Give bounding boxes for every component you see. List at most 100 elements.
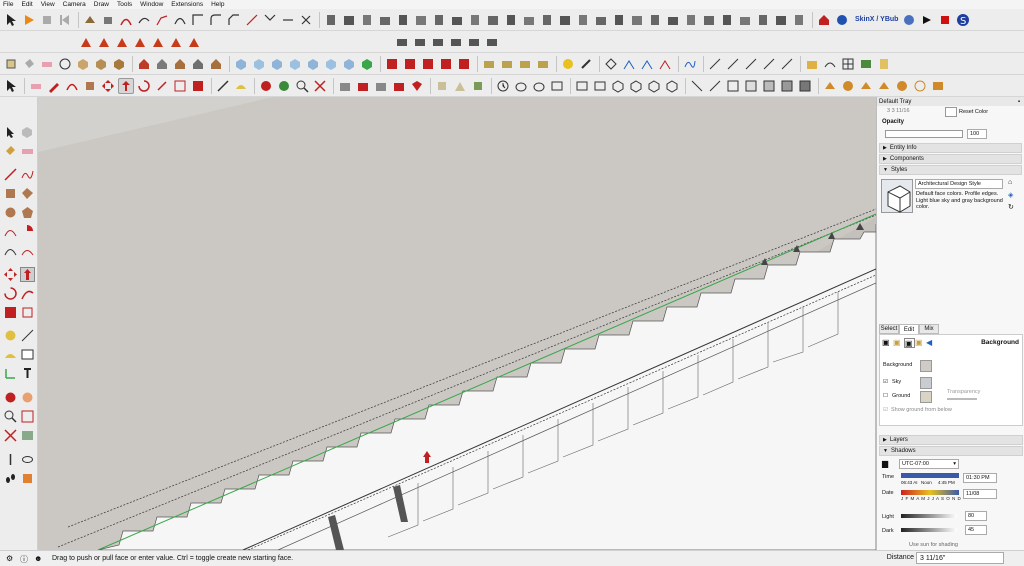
cube-icon[interactable]: [287, 56, 303, 72]
sandbox-icon[interactable]: [82, 12, 98, 28]
extension-icon[interactable]: [186, 34, 202, 50]
pan-icon[interactable]: [276, 78, 292, 94]
sandbox-icon[interactable]: [876, 78, 892, 94]
building-icon[interactable]: [719, 12, 735, 28]
building-icon[interactable]: [737, 12, 753, 28]
warehouse-icon[interactable]: [391, 78, 407, 94]
view-icon[interactable]: [628, 78, 644, 94]
style-icon[interactable]: [779, 78, 795, 94]
modeling-settings-icon[interactable]: ◀: [926, 338, 937, 348]
building-icon[interactable]: [701, 12, 717, 28]
eraser-icon[interactable]: [39, 56, 55, 72]
sandbox-icon[interactable]: [822, 78, 838, 94]
styles-panel[interactable]: ▼ Styles: [879, 165, 1022, 175]
style-icon[interactable]: [456, 56, 472, 72]
teapot-icon[interactable]: [531, 78, 547, 94]
menu-view[interactable]: View: [41, 1, 55, 8]
extension-icon[interactable]: [78, 34, 94, 50]
cube-icon[interactable]: [359, 56, 375, 72]
tools-icon[interactable]: [578, 56, 594, 72]
menu-camera[interactable]: Camera: [63, 1, 86, 8]
shape-icon[interactable]: [434, 78, 450, 94]
extension-icon[interactable]: [96, 34, 112, 50]
stamp-icon[interactable]: [100, 12, 116, 28]
cube-icon[interactable]: [251, 56, 267, 72]
orbit-icon[interactable]: [3, 390, 18, 405]
follow-icon[interactable]: [154, 78, 170, 94]
orbit-icon[interactable]: [258, 78, 274, 94]
tape-measure-icon[interactable]: [215, 78, 231, 94]
style-icon[interactable]: [725, 78, 741, 94]
follow-me-icon[interactable]: [20, 286, 35, 301]
tool-icon[interactable]: [707, 56, 723, 72]
note-icon[interactable]: [876, 56, 892, 72]
date-field[interactable]: 11/08: [963, 489, 997, 499]
style-icon[interactable]: [689, 78, 705, 94]
building-icon[interactable]: [503, 12, 519, 28]
tab-mix[interactable]: Mix: [919, 324, 939, 334]
building-icon[interactable]: [521, 12, 537, 28]
move-icon[interactable]: [3, 267, 18, 282]
pan-icon[interactable]: [20, 390, 35, 405]
layers-icon[interactable]: [858, 56, 874, 72]
shadows-panel[interactable]: ▼ Shadows: [879, 446, 1023, 456]
measurements-box[interactable]: 3 11/16": [916, 552, 1004, 564]
rectangle-icon[interactable]: [82, 78, 98, 94]
building-icon[interactable]: [557, 12, 573, 28]
push-pull-icon[interactable]: [118, 77, 134, 94]
transparency-slider[interactable]: [947, 398, 977, 400]
edge-settings-icon[interactable]: ▣: [882, 338, 893, 348]
building-icon[interactable]: [593, 12, 609, 28]
reset-color-label[interactable]: Reset Color: [959, 109, 988, 115]
rectangle-icon[interactable]: [3, 186, 18, 201]
warehouse-icon[interactable]: [816, 12, 832, 28]
select-tool-icon[interactable]: [3, 12, 19, 28]
zoom-icon[interactable]: [294, 78, 310, 94]
background-settings-icon[interactable]: ▣: [904, 338, 915, 348]
geo-location-icon[interactable]: ⚙: [6, 554, 13, 563]
rotated-rectangle-icon[interactable]: [20, 186, 35, 201]
three-point-arc-icon[interactable]: [3, 243, 18, 258]
section-icon[interactable]: [657, 56, 673, 72]
house-icon[interactable]: [208, 56, 224, 72]
extension-icon[interactable]: [150, 34, 166, 50]
zoom-extents-icon[interactable]: [312, 78, 328, 94]
object-icon[interactable]: [484, 34, 500, 50]
building-icon[interactable]: [791, 12, 807, 28]
view-icon[interactable]: [646, 78, 662, 94]
ground-checkbox[interactable]: ☐: [883, 393, 888, 399]
building-icon[interactable]: [449, 12, 465, 28]
make-component-icon[interactable]: [3, 56, 19, 72]
offset-icon[interactable]: [190, 78, 206, 94]
arc-icon[interactable]: [3, 224, 18, 239]
location-icon[interactable]: [560, 56, 576, 72]
update-icon[interactable]: ◈: [1008, 191, 1013, 199]
opacity-slider[interactable]: [885, 130, 963, 138]
refresh-icon[interactable]: ↻: [1008, 203, 1014, 211]
face-icon[interactable]: [901, 12, 917, 28]
help-icon[interactable]: S: [955, 12, 971, 28]
building-icon[interactable]: [683, 12, 699, 28]
view-icon[interactable]: [664, 78, 680, 94]
building-icon[interactable]: [431, 12, 447, 28]
eraser-icon[interactable]: [28, 78, 44, 94]
scale-icon[interactable]: [172, 78, 188, 94]
section-icon[interactable]: [621, 56, 637, 72]
style-icon[interactable]: [402, 56, 418, 72]
section-icon[interactable]: [603, 56, 619, 72]
background-color-swatch[interactable]: [920, 360, 932, 372]
shell-icon[interactable]: [535, 56, 551, 72]
clock-icon[interactable]: [495, 78, 511, 94]
time-slider[interactable]: [901, 473, 959, 478]
building-icon[interactable]: [755, 12, 771, 28]
building-icon[interactable]: [773, 12, 789, 28]
sandbox-icon[interactable]: [858, 78, 874, 94]
sandbox-icon[interactable]: [840, 78, 856, 94]
style-icon[interactable]: [384, 56, 400, 72]
building-icon[interactable]: [467, 12, 483, 28]
building-icon[interactable]: [647, 12, 663, 28]
line-icon[interactable]: [3, 167, 18, 182]
curve-tool-icon[interactable]: [822, 56, 838, 72]
user-icon[interactable]: ☻: [34, 554, 42, 563]
zoom-extents-icon[interactable]: [3, 428, 18, 443]
